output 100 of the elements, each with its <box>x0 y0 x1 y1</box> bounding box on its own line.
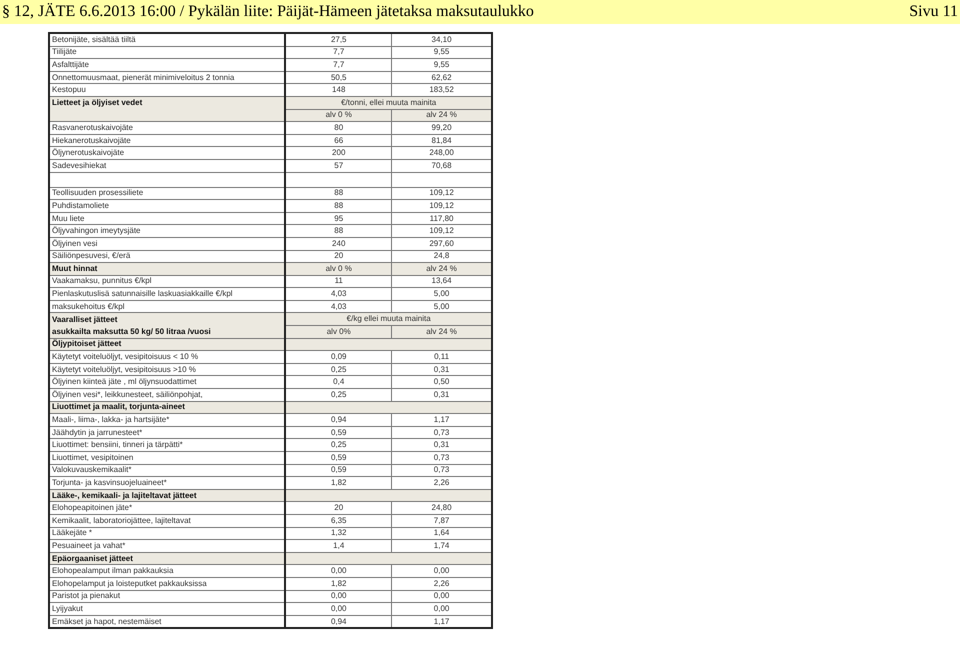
table-cell: Lääkejäte * <box>49 527 286 540</box>
table-cell: Sadevesihiekat <box>49 159 286 172</box>
table-cell: 24,80 <box>392 502 492 514</box>
table-cell: Öljynerotuskaivojäte <box>49 146 286 160</box>
table-cell: 6,35 <box>285 514 392 528</box>
table-cell: 0,00 <box>392 564 492 578</box>
table-cell: Öljyvahingon imeytysjäte <box>49 224 286 238</box>
table-cell: 0,59 <box>285 426 392 439</box>
table-cell: 11 <box>285 275 392 288</box>
table-cell: 57 <box>285 159 392 172</box>
table-cell: 0,73 <box>392 426 492 439</box>
table-cell: 0,4 <box>285 376 392 389</box>
table-cell: Paristot ja pienakut <box>49 590 286 603</box>
table-cell: 80 <box>285 122 392 134</box>
section-heading: Lääke-, kemikaali- ja lajiteltavat jätteet <box>49 489 286 502</box>
table-cell: 240 <box>285 237 392 250</box>
table-cell: 7,7 <box>285 58 392 72</box>
table-cell: 50,5 <box>285 71 392 84</box>
section-heading: Vaaralliset jätteet <box>49 312 286 326</box>
table-cell: 1,17 <box>392 414 492 426</box>
table-cell: 95 <box>285 212 392 225</box>
column-header: alv 0% <box>285 326 392 338</box>
table-cell: 1,4 <box>285 540 392 552</box>
table-cell: 2,26 <box>392 577 492 590</box>
table-cell: Öljyinen vesi <box>49 237 286 250</box>
page-number: Sivu 11 <box>909 3 958 21</box>
table-cell: 34,10 <box>392 33 492 46</box>
table-cell: Liuottimet, vesipitoinen <box>49 452 286 464</box>
table-cell: 0,73 <box>392 452 492 464</box>
column-header: alv 24 % <box>392 109 492 122</box>
table-cell: 0,11 <box>392 350 492 364</box>
table-cell: 1,32 <box>285 527 392 540</box>
table-cell: Liuottimet: bensiini, tinneri ja tärpätti* <box>49 438 286 452</box>
table-cell: Lyijyakut <box>49 602 286 616</box>
table-cell: Betonijäte, sisältää tiiltä <box>49 33 286 46</box>
table-cell: Käytetyt voiteluöljyt, vesipitoisuus < 10 % <box>49 350 286 364</box>
table-cell: 117,80 <box>392 212 492 225</box>
table-cell: 109,12 <box>392 187 492 200</box>
table-cell: 0,00 <box>285 590 392 603</box>
page-header-title: § 12, JÄTE 6.6.2013 16:00 / Pykälän liite: Päijät-Hämeen jätetaksa maksutaulukko <box>2 3 534 21</box>
table-cell: 1,64 <box>392 527 492 540</box>
table-cell: 2,26 <box>392 476 492 490</box>
table-cell: 5,00 <box>392 288 492 300</box>
table-cell: 66 <box>285 134 392 147</box>
table-cell: Elohopelamput ja loisteputket pakkauksissa <box>49 577 286 590</box>
table-cell: 0,50 <box>392 376 492 389</box>
column-header: €/tonni, ellei muuta mainita <box>285 96 492 110</box>
table-cell: 148 <box>285 84 392 96</box>
table-cell: 0,25 <box>285 388 392 402</box>
table-cell: 0,94 <box>285 414 392 426</box>
column-header: alv 0 % <box>285 109 392 122</box>
column-header: €/kg ellei muuta mainita <box>285 312 492 326</box>
table-cell: 0,31 <box>392 438 492 452</box>
table-cell: Elohopealamput ilman pakkauksia <box>49 564 286 578</box>
table-cell: Teollisuuden prosessiliete <box>49 187 286 200</box>
table-cell: 0,31 <box>392 363 492 376</box>
table-cell: 0,00 <box>392 590 492 603</box>
table-cell: 81,84 <box>392 134 492 147</box>
table-cell: Elohopeapitoinen jäte* <box>49 502 286 514</box>
table-cell: Pienlaskutuslisä satunnaisille laskuasiakkaille €/kpl <box>49 288 286 300</box>
column-header: alv 24 % <box>392 326 492 338</box>
table-cell: Asfalttijäte <box>49 58 286 72</box>
table-cell: 88 <box>285 224 392 238</box>
section-heading: Lietteet ja öljyiset vedet <box>49 96 286 110</box>
column-header: alv 0 % <box>285 262 392 276</box>
table-cell: Käytetyt voiteluöljyt, vesipitoisuus >10 % <box>49 363 286 376</box>
section-heading: Muut hinnat <box>49 262 286 276</box>
table-cell: 1,82 <box>285 476 392 490</box>
table-cell: 7,87 <box>392 514 492 528</box>
table-cell: 0,00 <box>392 602 492 616</box>
table-cell: 200 <box>285 146 392 160</box>
table-cell: 109,12 <box>392 224 492 238</box>
table-cell: 20 <box>285 502 392 514</box>
table-cell: 0,00 <box>285 564 392 578</box>
section-heading: asukkailta maksutta 50 kg/ 50 litraa /vuosi <box>49 326 286 338</box>
table-cell: Puhdistamoliete <box>49 200 286 212</box>
table-cell: 0,09 <box>285 350 392 364</box>
table-cell: Vaakamaksu, punnitus €/kpl <box>49 275 286 288</box>
table-cell: 88 <box>285 187 392 200</box>
table-cell: 4,03 <box>285 288 392 300</box>
table-cell: 297,60 <box>392 237 492 250</box>
table-cell: 13,64 <box>392 275 492 288</box>
table-cell: 0,25 <box>285 363 392 376</box>
section-heading: Liuottimet ja maalit, torjunta-aineet <box>49 401 286 414</box>
table-cell: 88 <box>285 200 392 212</box>
table-cell: 0,31 <box>392 388 492 402</box>
table-cell: Valokuvauskemikaalit* <box>49 464 286 477</box>
column-header: alv 24 % <box>392 262 492 276</box>
section-heading: Epäorgaaniset jätteet <box>49 552 286 565</box>
section-heading: Öljypitoiset jätteet <box>49 338 286 351</box>
table-cell: 0,59 <box>285 452 392 464</box>
table-cell: 0,73 <box>392 464 492 477</box>
table-cell: Hiekanerotuskaivojäte <box>49 134 286 147</box>
table-cell: 1,82 <box>285 577 392 590</box>
table-cell: 7,7 <box>285 46 392 59</box>
table-cell: 0,00 <box>285 602 392 616</box>
table-cell: 1,74 <box>392 540 492 552</box>
table-cell: 62,62 <box>392 71 492 84</box>
table-cell: Maali-, liima-, lakka- ja hartsijäte* <box>49 414 286 426</box>
table-cell: 248,00 <box>392 146 492 160</box>
